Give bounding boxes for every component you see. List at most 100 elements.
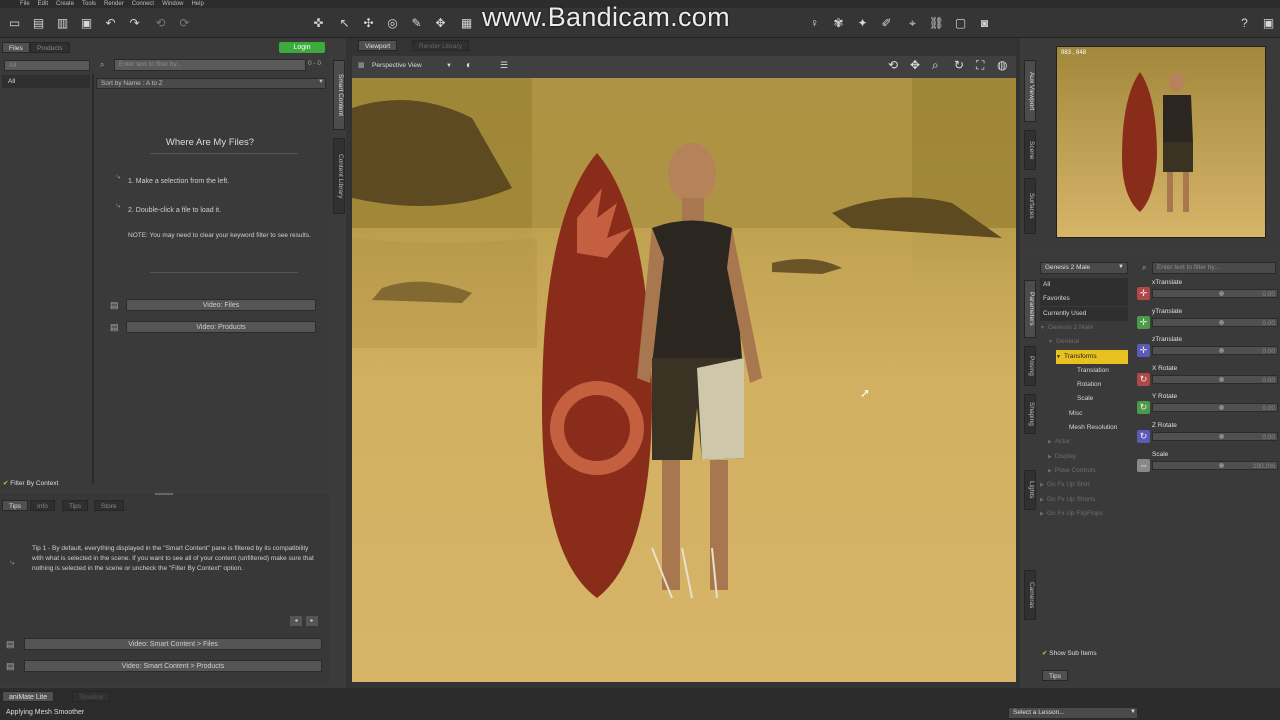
tab-animate-lite[interactable]: aniMate Lite	[2, 691, 55, 702]
category-item-all[interactable]: All	[2, 75, 90, 88]
viewport-canvas[interactable]: ➚	[352, 78, 1016, 682]
slider-track[interactable]: 0.00	[1152, 317, 1278, 327]
next-tip-button[interactable]: ▸	[306, 616, 318, 626]
slider-knob[interactable]	[1219, 462, 1224, 468]
open-icon[interactable]: ▤	[30, 15, 47, 32]
tree-item[interactable]: ▼ Transforms	[1056, 349, 1128, 364]
chevron-down-icon[interactable]: ▼	[318, 79, 324, 85]
figure-tool-icon[interactable]: ♀	[806, 15, 823, 32]
menu-item[interactable]: Create	[56, 0, 74, 8]
node-select[interactable]: Genesis 2 Male	[1040, 262, 1128, 274]
tab-cameras[interactable]: Cameras	[1024, 570, 1036, 620]
chevron-down-icon[interactable]: ▼	[1118, 264, 1124, 270]
login-button[interactable]: Login	[279, 42, 325, 53]
joint-tool-icon[interactable]: ✦	[854, 15, 871, 32]
surface-tool-icon[interactable]: ✐	[878, 15, 895, 32]
tree-item[interactable]: ▼ General	[1048, 335, 1079, 349]
chevron-icon[interactable]: ▶	[1048, 468, 1052, 474]
filter-by-context-checkbox[interactable]: ✔ Filter By Context	[3, 479, 58, 487]
options-icon[interactable]: ☰	[500, 60, 508, 71]
tab-tips[interactable]: Tips	[2, 500, 29, 511]
menu-item[interactable]: Tools	[82, 0, 96, 8]
save-icon[interactable]: ▣	[78, 15, 95, 32]
tree-item[interactable]: Misc	[1056, 407, 1082, 421]
tab-products[interactable]: Products	[30, 42, 70, 53]
tab-tips-right[interactable]: Tips	[1042, 670, 1069, 681]
view-mode-select[interactable]: Perspective View	[372, 62, 422, 69]
pan-icon[interactable]: ✥	[910, 58, 920, 72]
rotate-icon[interactable]: ↻	[954, 58, 964, 72]
tab-info[interactable]: Info	[30, 500, 55, 511]
tab-store[interactable]: Store	[94, 500, 124, 511]
chevron-icon[interactable]: ▶	[1048, 454, 1052, 460]
chevron-down-icon[interactable]: ▼	[1130, 709, 1136, 715]
lesson-select[interactable]: Select a Lesson...	[1008, 707, 1138, 719]
tree-item[interactable]: ▶ Go Fx Up Shorts	[1040, 493, 1095, 507]
tab-viewport[interactable]: Viewport	[358, 40, 398, 51]
render-icon[interactable]: ⟲	[152, 15, 169, 32]
tree-item[interactable]: Favorites	[1040, 292, 1128, 307]
help-icon[interactable]: ?	[1236, 15, 1253, 32]
tree-item[interactable]: ▶ Display	[1048, 450, 1076, 464]
camera-icon[interactable]: ◙	[976, 15, 993, 32]
node-selection-icon[interactable]: ↖	[336, 15, 353, 32]
chevron-icon[interactable]: ▶	[1040, 482, 1044, 488]
menu-item[interactable]: Window	[162, 0, 183, 8]
chevron-icon[interactable]: ▶	[1040, 511, 1044, 517]
tab-files[interactable]: Files	[2, 42, 30, 53]
tab-aux-viewport[interactable]: Aux Viewport	[1024, 60, 1036, 122]
merge-icon[interactable]: ▥	[54, 15, 71, 32]
tree-item[interactable]: Translation	[1064, 364, 1109, 378]
tab-render-library[interactable]: Render Library	[412, 40, 469, 51]
tree-item[interactable]: Rotation	[1064, 378, 1101, 392]
splitter[interactable]	[92, 74, 94, 484]
tab-content-library[interactable]: Content Library	[333, 138, 345, 214]
video-smart-content-products-button[interactable]: Video: Smart Content > Products	[24, 660, 322, 672]
slider-track[interactable]: 0.00	[1152, 346, 1278, 356]
tree-item[interactable]: Currently Used	[1040, 306, 1128, 321]
slider-track[interactable]: 0.00	[1152, 374, 1278, 384]
menu-item[interactable]: Edit	[38, 0, 48, 8]
tree-item[interactable]: ▶ Actor	[1048, 435, 1070, 449]
rotate-tool-icon[interactable]: ◎	[384, 15, 401, 32]
tree-item[interactable]: Scale	[1064, 392, 1093, 406]
aux-viewport-canvas[interactable]: 983 , 848	[1056, 46, 1266, 238]
video-smart-content-files-button[interactable]: Video: Smart Content > Files	[24, 638, 322, 650]
sort-select[interactable]: Sort by Name : A to Z	[96, 78, 326, 89]
tab-parameters[interactable]: Parameters	[1024, 280, 1036, 338]
link-icon[interactable]: ⛓	[928, 15, 945, 32]
chevron-icon[interactable]: ▼	[1048, 339, 1053, 345]
lock-icon[interactable]: ▢	[952, 15, 969, 32]
parameter-slider[interactable]: ⇔ Scale 100.0%	[1136, 451, 1278, 479]
search-input[interactable]: Enter text to filter by...	[114, 59, 306, 71]
chevron-icon[interactable]: ▶	[1040, 497, 1044, 503]
universal-tool-icon[interactable]: ✜	[310, 15, 327, 32]
menu-item[interactable]: Connect	[132, 0, 154, 8]
slider-knob[interactable]	[1219, 405, 1224, 411]
parameter-slider[interactable]: ✛ zTranslate 0.00	[1136, 336, 1278, 364]
chevron-icon[interactable]: ▼	[1056, 354, 1061, 360]
render-settings-icon[interactable]: ⟳	[176, 15, 193, 32]
tab-shaping[interactable]: Shaping	[1024, 394, 1036, 434]
slider-knob[interactable]	[1219, 376, 1224, 382]
parameter-search-input[interactable]: Enter text to filter by...	[1152, 262, 1276, 274]
scale-tool-icon[interactable]: ✎	[408, 15, 425, 32]
slider-knob[interactable]	[1219, 291, 1224, 296]
tab-surfaces[interactable]: Surfaces	[1024, 178, 1036, 234]
slider-knob[interactable]	[1219, 434, 1224, 439]
layout-icon[interactable]: ▣	[1260, 15, 1277, 32]
morph-tool-icon[interactable]: ✾	[830, 15, 847, 32]
video-products-button[interactable]: Video: Products	[126, 321, 316, 333]
parameter-slider[interactable]: ↻ X Rotate 0.00	[1136, 365, 1278, 393]
chevron-icon[interactable]: ▶	[1048, 439, 1052, 445]
translate-tool-icon[interactable]: ✣	[360, 15, 377, 32]
parameter-slider[interactable]: ✛ yTranslate 0.00	[1136, 308, 1278, 336]
splitter-handle[interactable]	[155, 493, 173, 495]
tab-smart-content[interactable]: Smart Content	[333, 60, 345, 130]
tree-item[interactable]: Mesh Resolution	[1056, 421, 1117, 435]
video-files-button[interactable]: Video: Files	[126, 299, 316, 311]
parameter-slider[interactable]: ✛ xTranslate 0.00	[1136, 279, 1278, 307]
new-scene-icon[interactable]: ▭	[6, 15, 23, 32]
drawstyle-icon[interactable]: ◐	[466, 60, 472, 71]
tab-lights[interactable]: Lights	[1024, 470, 1036, 510]
